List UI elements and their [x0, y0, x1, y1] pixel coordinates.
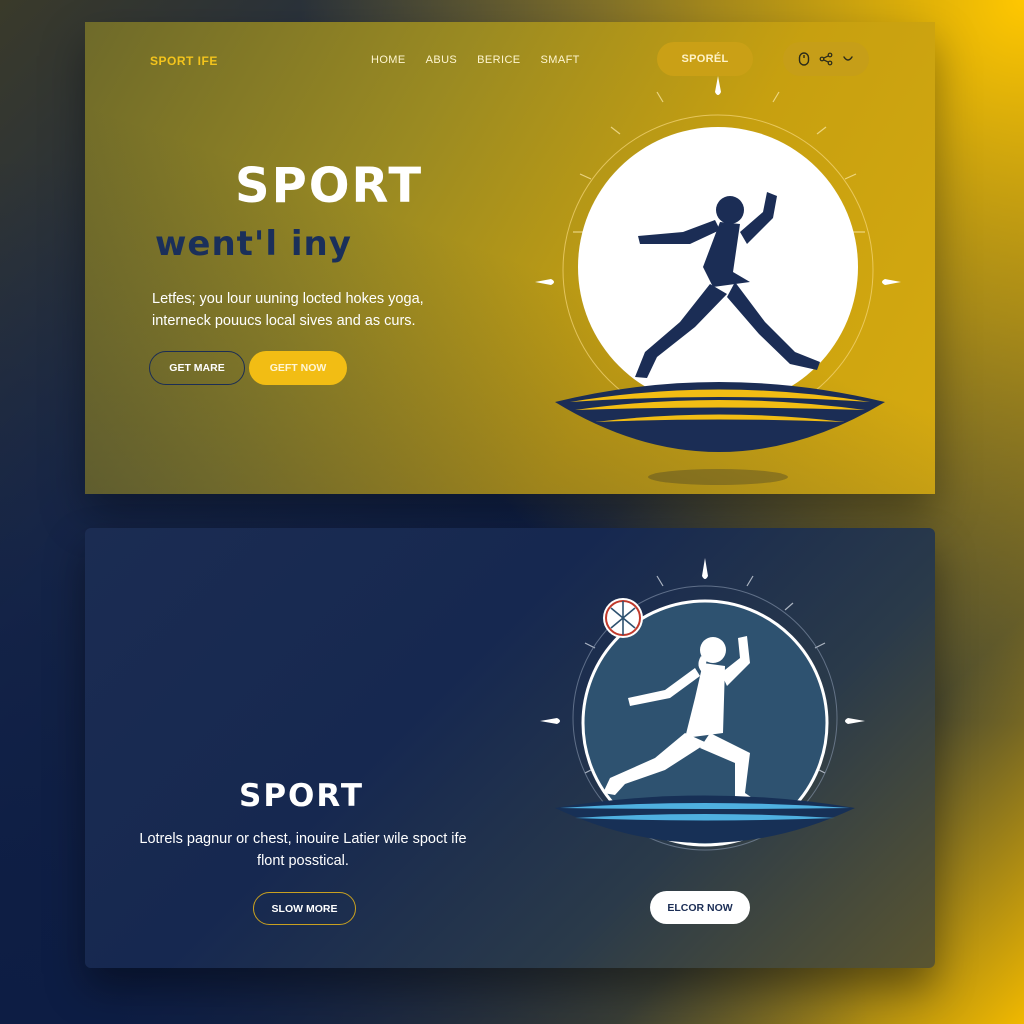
nav-item-abus[interactable]: ABUS: [426, 54, 458, 66]
nav-item-berice[interactable]: BERICE: [477, 54, 520, 66]
nav-item-home[interactable]: HOME: [371, 54, 406, 66]
hero-subtitle: went'l iny: [155, 224, 352, 264]
nav-item-smaft[interactable]: SMAFT: [541, 54, 580, 66]
heart-icon[interactable]: [840, 51, 856, 67]
explore-now-button[interactable]: ELCOR NOW: [650, 891, 750, 924]
section-description: Lotrels pagnur or chest, inouire Latier …: [139, 831, 467, 869]
section-title: SPORT: [239, 778, 365, 814]
share-icon[interactable]: [818, 51, 834, 67]
header-icon-group: [783, 42, 869, 76]
runner-illustration: [535, 76, 901, 485]
hero-title: SPORT: [235, 158, 424, 214]
show-more-button[interactable]: SLOW MORE: [253, 892, 356, 925]
mouse-icon[interactable]: [796, 51, 812, 67]
hero-description: Letfes; you lour uuning locted hokes yog…: [152, 291, 424, 329]
ball-icon: [603, 598, 643, 638]
get-more-button[interactable]: GET MARE: [149, 351, 245, 385]
get-now-button[interactable]: GEFT NOW: [249, 351, 347, 385]
main-nav: HOME ABUS BERICE SMAFT: [371, 54, 580, 66]
hero-panel: SPORT IFE HOME ABUS BERICE SMAFT SPORÉL …: [85, 22, 935, 494]
header-cta-button[interactable]: SPORÉL: [657, 42, 753, 76]
logo[interactable]: SPORT IFE: [150, 54, 218, 68]
athlete-illustration: [540, 558, 865, 851]
secondary-panel: SPORT Lotrels pagnur or chest, inouire L…: [85, 528, 935, 968]
